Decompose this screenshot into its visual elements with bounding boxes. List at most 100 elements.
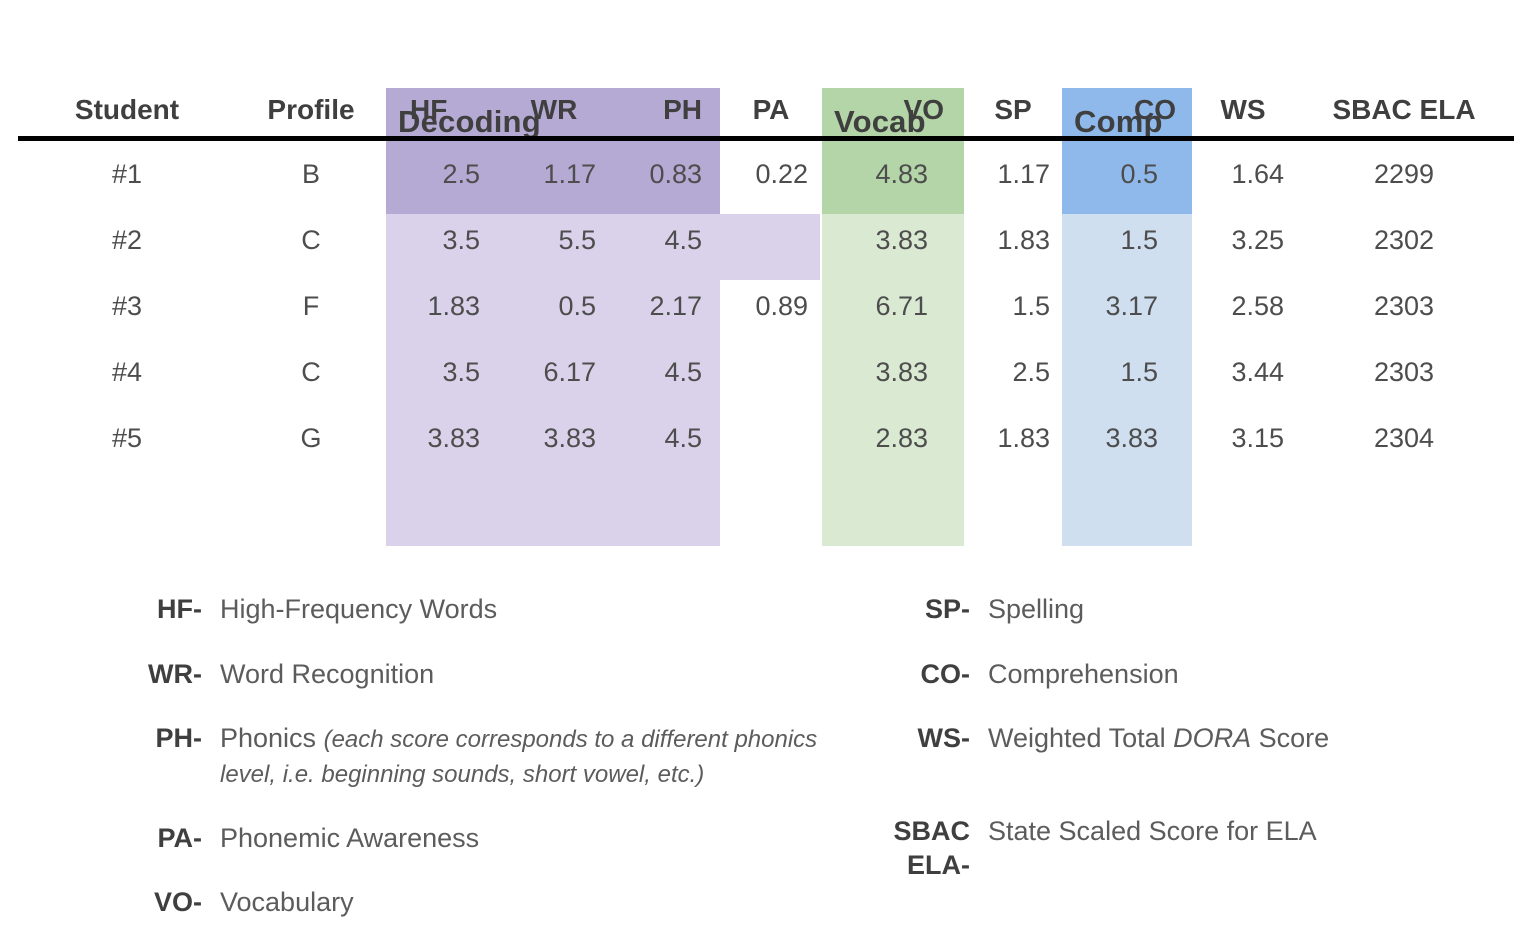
column-header-profile: Profile	[267, 94, 355, 125]
cell-pa: 0.22	[755, 158, 808, 189]
cell-profile: F	[302, 290, 320, 321]
cell-student: #3	[111, 290, 143, 321]
column-header-student: Student	[74, 94, 180, 125]
cell-ws: 3.25	[1231, 224, 1284, 255]
cell-vo: 6.71	[875, 290, 928, 321]
cell-student: #1	[111, 158, 143, 189]
legend-item: CO- Comprehension	[878, 657, 1498, 692]
cell-profile: G	[300, 422, 322, 453]
cell-sp: 2.5	[1012, 356, 1050, 387]
cell-sp: 1.83	[997, 224, 1050, 255]
column-header-sp: SP	[994, 94, 1032, 125]
column-header-wr: WR	[530, 94, 578, 125]
cell-profile: C	[301, 356, 321, 387]
legend-item: PA- Phonemic Awareness	[118, 821, 878, 856]
legend-text-main: State Scaled Score for ELA	[988, 815, 1317, 846]
cell-ws: 3.15	[1231, 422, 1284, 453]
legend-description: Word Recognition	[220, 657, 878, 692]
cell-wr: 3.83	[543, 422, 596, 453]
legend-text-before: Weighted Total	[988, 723, 1174, 754]
table-row: #3 F 1.83 0.5 2.17 0.89 6.71 1.5 3.17 2.58 2303	[18, 273, 1514, 339]
table-row: #1 B 2.5 1.17 0.83 0.22 4.83 1.17 0.5 1.64 2299	[18, 141, 1514, 207]
cell-student: #4	[111, 356, 143, 387]
table-body: #1 B 2.5 1.17 0.83 0.22 4.83 1.17 0.5 1.64 2299 #2 C…	[18, 141, 1514, 471]
column-header-ws: WS	[1220, 94, 1266, 125]
legend-item: VO- Vocabulary	[118, 885, 878, 920]
cell-ph: 4.5	[664, 356, 702, 387]
table-row: #2 C 3.5 5.5 4.5 3.83 1.83 1.5 3.25 2302	[18, 207, 1514, 273]
legend-text-after: Score	[1251, 723, 1330, 754]
cell-hf: 2.5	[442, 158, 480, 189]
cell-sbac: 2303	[1373, 356, 1435, 387]
legend-description: Phonemic Awareness	[220, 821, 878, 856]
cell-sbac: 2299	[1373, 158, 1435, 189]
legend-text-main: Comprehension	[988, 658, 1179, 689]
legend-text-main: Phonemic Awareness	[220, 822, 480, 853]
cell-sbac: 2302	[1373, 224, 1435, 255]
legend-item: SBAC ELA- State Scaled Score for ELA	[878, 814, 1498, 883]
legend-item: PH- Phonics (each score corresponds to a …	[118, 721, 878, 790]
cell-ws: 1.64	[1231, 158, 1284, 189]
legend-abbreviation: HF-	[157, 594, 202, 624]
legend-abbreviation: CO-	[920, 658, 971, 689]
cell-pa: 0.89	[755, 290, 808, 321]
legend-text-main: Vocabulary	[220, 887, 354, 918]
cell-hf: 3.5	[442, 224, 480, 255]
column-header-row: Student Profile HF WR PH PA VO SP CO WS …	[18, 0, 1514, 136]
scores-table: Student Profile HF WR PH PA VO SP CO WS …	[18, 0, 1514, 471]
legend-column-left: HF- High-Frequency Words WR- Word Recogniti…	[118, 592, 878, 950]
legend-description: State Scaled Score for ELA	[988, 814, 1498, 849]
cell-ph: 2.17	[649, 290, 702, 321]
column-header-co: CO	[1134, 94, 1176, 125]
cell-pa	[720, 339, 822, 405]
cell-profile: B	[301, 158, 320, 189]
legend-item: WR- Word Recognition	[118, 657, 878, 692]
cell-sp: 1.83	[997, 422, 1050, 453]
legend-abbreviation: PH-	[155, 723, 203, 754]
cell-sp: 1.17	[997, 158, 1050, 189]
cell-co: 3.83	[1105, 422, 1158, 453]
legend-text-main: Spelling	[988, 594, 1085, 624]
column-header-pa: PA	[752, 94, 790, 125]
legend-description: Spelling	[988, 592, 1498, 627]
cell-sbac: 2304	[1373, 422, 1435, 453]
cell-hf: 3.83	[427, 422, 480, 453]
cell-wr: 1.17	[543, 158, 596, 189]
legend-description: High-Frequency Words	[220, 592, 878, 627]
cell-hf: 3.5	[442, 356, 480, 387]
cell-wr: 0.5	[558, 290, 596, 321]
column-header-sbac-ela: SBAC ELA	[1332, 94, 1476, 125]
legend-item: HF- High-Frequency Words	[118, 592, 878, 627]
legend: HF- High-Frequency Words WR- Word Recogniti…	[0, 592, 1536, 950]
legend-abbreviation: SBAC ELA-	[893, 815, 970, 881]
legend-text-main: Word Recognition	[220, 658, 435, 689]
cell-profile: C	[301, 224, 321, 255]
cell-vo: 4.83	[875, 158, 928, 189]
legend-text-main: High-Frequency Words	[220, 594, 498, 624]
column-header-hf: HF	[410, 94, 448, 125]
cell-ph: 0.83	[649, 158, 702, 189]
legend-abbreviation: WS-	[917, 723, 970, 754]
cell-co: 3.17	[1105, 290, 1158, 321]
cell-wr: 5.5	[558, 224, 596, 255]
cell-ph: 4.5	[664, 224, 702, 255]
legend-description: Comprehension	[988, 657, 1498, 692]
legend-text-main: Phonics	[220, 723, 317, 754]
table-header: Student Profile HF WR PH PA VO SP CO WS …	[18, 0, 1514, 141]
legend-abbreviation: SP-	[924, 594, 970, 624]
cell-co: 1.5	[1120, 224, 1158, 255]
legend-column-right: SP- Spelling CO- Comprehension WS- Weighted T…	[878, 592, 1498, 950]
legend-description: Phonics (each score corresponds to a dif…	[220, 721, 878, 790]
cell-co: 0.5	[1120, 158, 1158, 189]
legend-item: WS- Weighted Total DORA Score	[878, 721, 1498, 756]
cell-student: #5	[111, 422, 143, 453]
table-row: #5 G 3.83 3.83 4.5 2.83 1.83 3.83 3.15 2304	[18, 405, 1514, 471]
cell-hf: 1.83	[427, 290, 480, 321]
cell-pa	[720, 207, 822, 273]
legend-item: SP- Spelling	[878, 592, 1498, 627]
legend-text-emphasis: DORA	[1173, 723, 1252, 754]
cell-wr: 6.17	[543, 356, 596, 387]
legend-abbreviation: WR-	[148, 658, 202, 689]
cell-sbac: 2303	[1373, 290, 1435, 321]
column-header-vo: VO	[903, 94, 944, 125]
